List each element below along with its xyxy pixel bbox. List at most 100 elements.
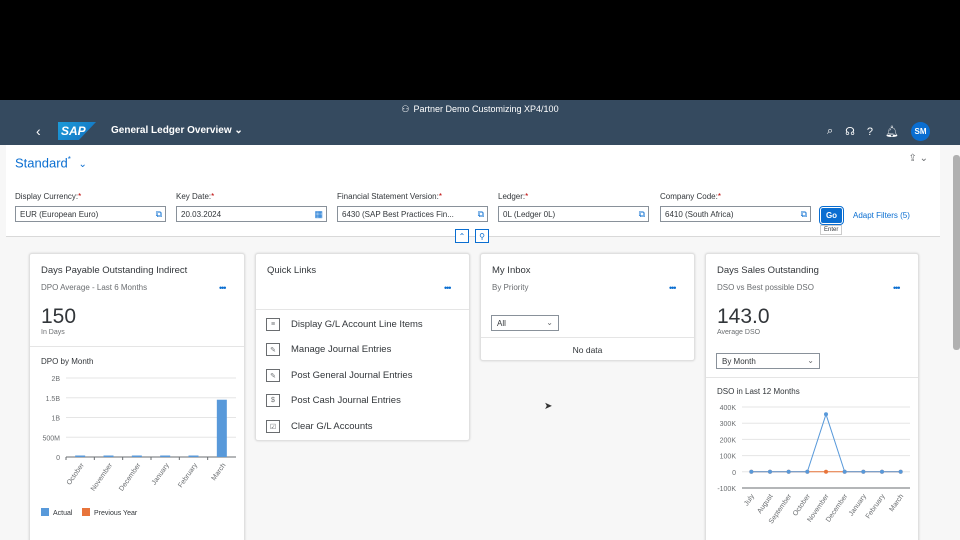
page-scrollbar[interactable] bbox=[953, 155, 960, 350]
key-date-input[interactable]: 20.03.2024 ▦ bbox=[176, 206, 327, 222]
filter-display-currency: Display Currency:* EUR (European Euro) ⧉ bbox=[15, 192, 166, 222]
period-select[interactable]: By Month ⌄ bbox=[716, 353, 820, 369]
x-tick-label: August bbox=[756, 493, 774, 515]
more-icon[interactable]: ••• bbox=[219, 283, 227, 293]
value-help-icon[interactable]: ⧉ bbox=[639, 209, 645, 220]
bar-actual-november bbox=[103, 455, 114, 457]
field-value: 20.03.2024 bbox=[181, 210, 222, 219]
ledger-input[interactable]: 0L (Ledger 0L) ⧉ bbox=[498, 206, 649, 222]
variant-selector[interactable]: Standard* ⌄ bbox=[15, 155, 87, 170]
chevron-down-icon: ⌄ bbox=[807, 356, 814, 365]
quick-link-manage-journal[interactable]: ✎ Manage Journal Entries bbox=[266, 343, 391, 356]
x-tick-label: November bbox=[90, 462, 115, 493]
card-quick-links[interactable]: Quick Links ••• ≡ Display G/L Account Lin… bbox=[255, 253, 470, 441]
card-title: Days Payable Outstanding Indirect bbox=[41, 265, 188, 276]
x-tick-label: December bbox=[118, 462, 143, 493]
dso-line-chart[interactable]: -100K0100K200K300K400KJuly AugustSeptembe… bbox=[706, 400, 918, 540]
app-title-text: General Ledger Overview bbox=[111, 125, 232, 136]
go-tooltip: Enter bbox=[820, 225, 843, 235]
variant-name: Standard bbox=[15, 155, 68, 171]
select-value: All bbox=[497, 319, 506, 328]
data-point bbox=[861, 469, 866, 474]
filter-label: Financial Statement Version:* bbox=[337, 192, 442, 201]
bar-actual-january bbox=[160, 455, 171, 457]
kpi-value: 143.0 bbox=[717, 305, 770, 328]
filter-label: Display Currency:* bbox=[15, 192, 82, 201]
filter-ledger: Ledger:* 0L (Ledger 0L) ⧉ bbox=[498, 192, 649, 222]
go-button[interactable]: Go bbox=[819, 206, 844, 225]
card-title: Days Sales Outstanding bbox=[717, 265, 819, 276]
back-icon[interactable]: ‹ bbox=[36, 123, 41, 139]
y-tick-label: 400K bbox=[720, 405, 737, 412]
divider bbox=[30, 346, 244, 347]
field-value: EUR (European Euro) bbox=[20, 210, 99, 219]
more-icon[interactable]: ••• bbox=[893, 283, 901, 293]
y-tick-label: 500M bbox=[42, 435, 60, 442]
chevron-down-icon: ⌄ bbox=[546, 318, 553, 327]
card-subtitle: By Priority bbox=[492, 283, 529, 292]
card-title: My Inbox bbox=[492, 265, 531, 276]
search-icon[interactable]: ⌕ bbox=[827, 125, 833, 138]
bar-actual-october bbox=[75, 455, 86, 457]
y-tick-label: 1.5B bbox=[46, 396, 61, 403]
filter-label: Company Code:* bbox=[660, 192, 721, 201]
data-point bbox=[768, 469, 772, 474]
bar-actual-february bbox=[188, 455, 199, 457]
system-icon: ⚇ bbox=[401, 103, 410, 114]
field-value: 0L (Ledger 0L) bbox=[503, 210, 556, 219]
app-title[interactable]: General Ledger Overview ⌄ bbox=[111, 125, 243, 136]
legend-swatch-1 bbox=[82, 508, 90, 516]
cash-icon: $ bbox=[266, 394, 280, 407]
quick-link-display-gl-items[interactable]: ≡ Display G/L Account Line Items bbox=[266, 318, 423, 331]
adapt-filters-link[interactable]: Adapt Filters (5) bbox=[853, 211, 910, 220]
data-point bbox=[898, 469, 903, 474]
legend-swatch-0 bbox=[41, 508, 49, 516]
calendar-icon[interactable]: ▦ bbox=[314, 209, 323, 220]
field-value: 6410 (South Africa) bbox=[665, 210, 734, 219]
fs-version-input[interactable]: 6430 (SAP Best Practices Fin... ⧉ bbox=[337, 206, 488, 222]
y-tick-label: 0 bbox=[732, 470, 736, 477]
kpi-unit: In Days bbox=[41, 329, 65, 336]
quick-link-clear-gl[interactable]: ☑ Clear G/L Accounts bbox=[266, 420, 373, 433]
quick-link-post-cash[interactable]: $ Post Cash Journal Entries bbox=[266, 394, 401, 407]
pin-header-icon[interactable]: ⚲ bbox=[475, 229, 489, 243]
y-tick-label: 100K bbox=[720, 454, 737, 461]
chevron-down-icon: ⌄ bbox=[78, 159, 87, 171]
bell-icon[interactable]: 🔔︎ bbox=[885, 125, 899, 138]
chart-title: DPO by Month bbox=[41, 357, 94, 366]
dpo-bar-chart[interactable]: 0 500M 1B 1.5B 2B October November December Janu… bbox=[30, 371, 244, 540]
card-subtitle: DSO vs Best possible DSO bbox=[717, 283, 814, 292]
chevron-down-icon: ⌄ bbox=[234, 125, 243, 136]
avatar[interactable]: SM bbox=[911, 122, 930, 141]
more-icon[interactable]: ••• bbox=[444, 283, 452, 293]
value-help-icon[interactable]: ⧉ bbox=[156, 209, 162, 220]
display-currency-input[interactable]: EUR (European Euro) ⧉ bbox=[15, 206, 166, 222]
data-point bbox=[824, 469, 828, 474]
value-help-icon[interactable]: ⧉ bbox=[478, 209, 484, 220]
filter-label: Key Date:* bbox=[176, 192, 215, 201]
x-tick-label: January bbox=[151, 462, 171, 487]
value-help-icon[interactable]: ⧉ bbox=[801, 209, 807, 220]
share-icon[interactable]: ⇪ ⌄ bbox=[908, 153, 928, 164]
card-dso[interactable]: Days Sales Outstanding DSO vs Best possi… bbox=[705, 253, 919, 540]
inbox-filter-select[interactable]: All ⌄ bbox=[491, 315, 559, 331]
more-icon[interactable]: ••• bbox=[669, 283, 677, 293]
link-label: Manage Journal Entries bbox=[291, 344, 392, 355]
data-point bbox=[805, 469, 810, 474]
mouse-cursor: ➤ bbox=[544, 401, 553, 412]
divider bbox=[256, 309, 469, 310]
x-tick-label: February bbox=[865, 493, 887, 520]
sap-logo[interactable]: SAP bbox=[58, 122, 96, 140]
quick-link-post-general[interactable]: ✎ Post General Journal Entries bbox=[266, 369, 412, 382]
card-inbox[interactable]: My Inbox By Priority ••• All ⌄ No data bbox=[480, 253, 695, 361]
company-code-input[interactable]: 6410 (South Africa) ⧉ bbox=[660, 206, 811, 222]
y-tick-label: 1B bbox=[51, 416, 60, 423]
x-tick-label: July bbox=[743, 493, 756, 508]
data-point bbox=[842, 469, 847, 474]
kpi-unit: Average DSO bbox=[717, 329, 761, 336]
chart-title: DSO in Last 12 Months bbox=[717, 387, 800, 396]
headset-icon[interactable]: ☊ bbox=[845, 125, 855, 138]
collapse-header-icon[interactable]: ⌃ bbox=[455, 229, 469, 243]
card-dpo[interactable]: Days Payable Outstanding Indirect DPO Av… bbox=[29, 253, 245, 540]
help-icon[interactable]: ? bbox=[867, 126, 873, 138]
